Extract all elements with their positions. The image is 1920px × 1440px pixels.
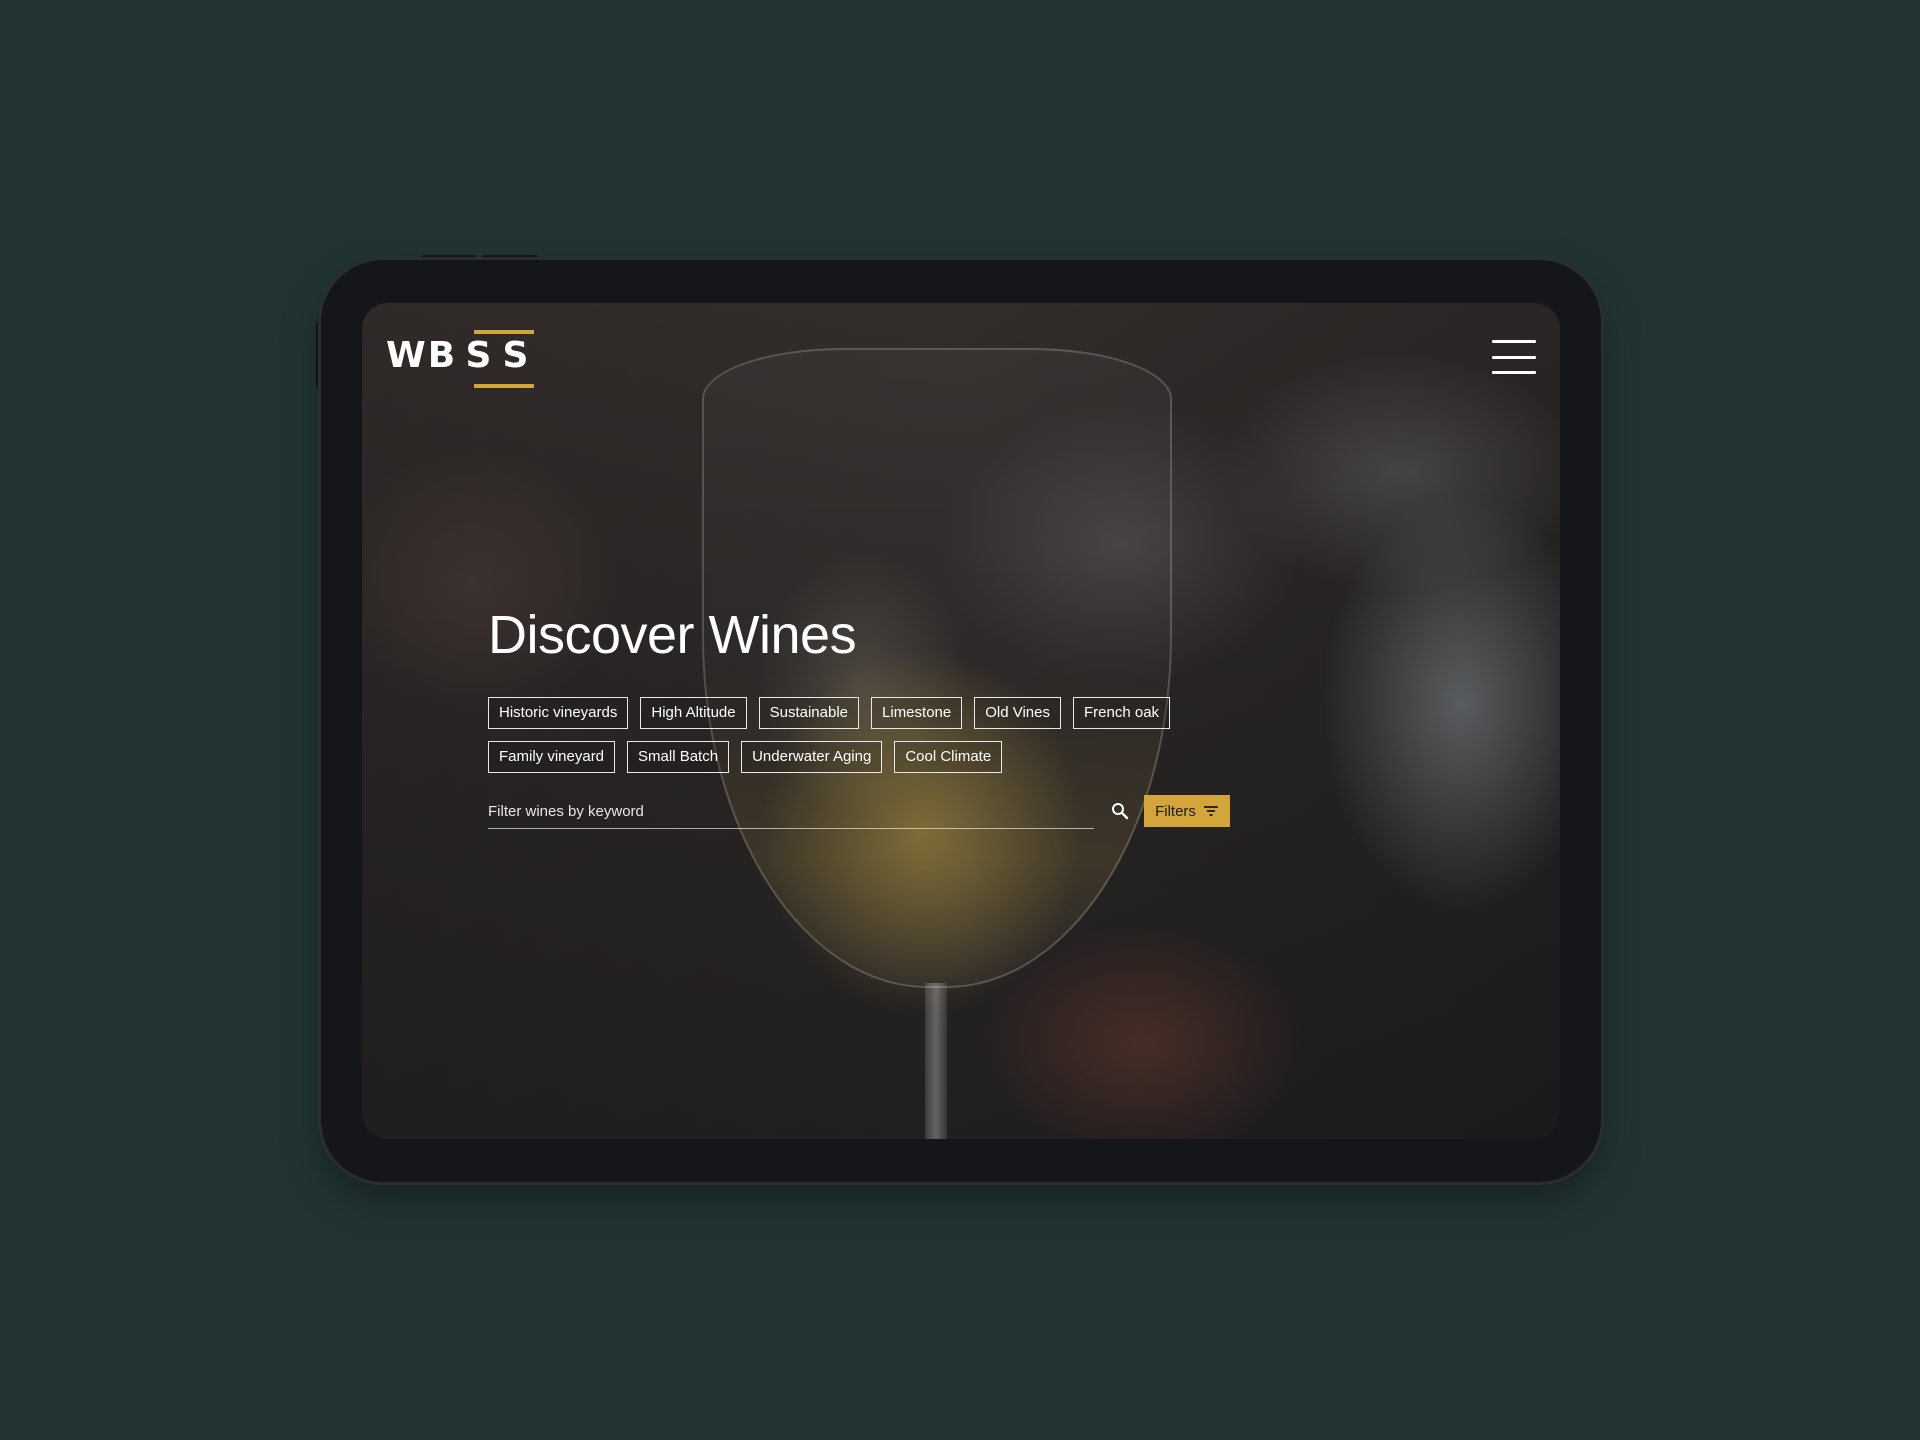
brand-logo[interactable]: W B S S (386, 328, 534, 388)
logo-accent-top (474, 330, 534, 334)
hero-section: Discover Wines Historic vineyards High A… (488, 603, 1248, 837)
page-title: Discover Wines (488, 605, 857, 665)
logo-letter: S (465, 335, 492, 376)
hamburger-menu-icon[interactable] (1492, 340, 1536, 374)
logo-letter: W (386, 335, 426, 376)
logo-letter: S (502, 335, 529, 376)
tag-sustainable[interactable]: Sustainable (758, 697, 860, 729)
menu-line (1492, 355, 1536, 359)
tag-list: Historic vineyards High Altitude Sustain… (488, 697, 1208, 773)
filters-button[interactable]: Filters (1144, 795, 1230, 827)
filters-button-label: Filters (1155, 802, 1196, 820)
tag-family-vineyard[interactable]: Family vineyard (488, 741, 616, 773)
app-screen: W B S S Discover Wines Historic vineyard… (362, 303, 1560, 1139)
logo-letter: B (427, 335, 456, 376)
logo-accent-bottom (474, 384, 534, 388)
tag-cool-climate[interactable]: Cool Climate (894, 741, 1003, 773)
tag-high-altitude[interactable]: High Altitude (640, 697, 747, 729)
tag-limestone[interactable]: Limestone (871, 697, 963, 729)
menu-line (1492, 371, 1536, 374)
tag-old-vines[interactable]: Old Vines (974, 697, 1061, 729)
tag-french-oak[interactable]: French oak (1073, 697, 1171, 729)
search-bar: Filters (488, 795, 1230, 837)
search-icon[interactable] (1110, 801, 1130, 821)
tag-historic-vineyards[interactable]: Historic vineyards (488, 697, 629, 729)
menu-line (1492, 340, 1536, 343)
tag-underwater-aging[interactable]: Underwater Aging (741, 741, 883, 773)
search-input[interactable] (488, 795, 1094, 829)
filter-lines-icon (1203, 806, 1218, 816)
tag-small-batch[interactable]: Small Batch (627, 741, 730, 773)
